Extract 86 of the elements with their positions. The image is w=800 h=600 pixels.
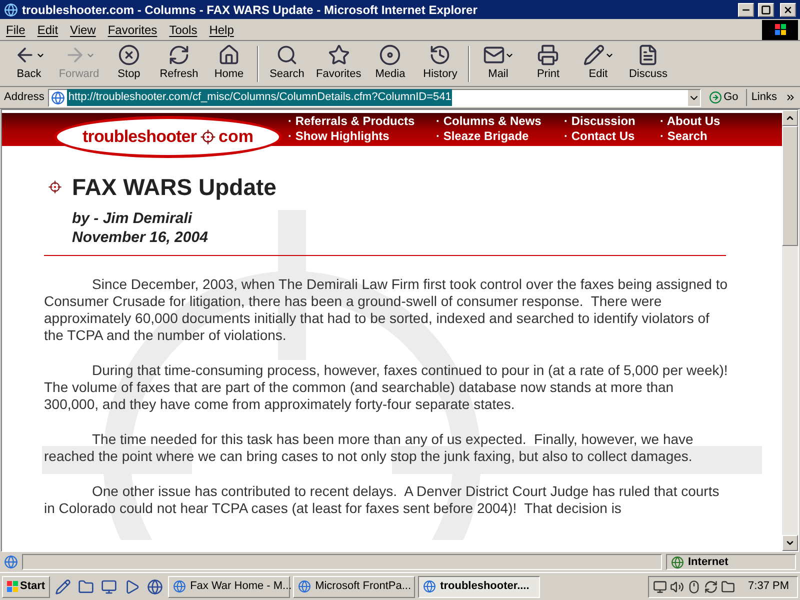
refresh-icon bbox=[168, 44, 190, 66]
monitor-icon[interactable] bbox=[101, 578, 118, 594]
scroll-up-icon bbox=[785, 113, 795, 123]
article-paragraph: One other issue has contributed to recent delays. A Denver District Court Judge has ruled that courts in Colorado could not hear TCPA cases (at least for faxes sent before 2004)! That decision is bbox=[44, 482, 720, 516]
toolbar-button[interactable]: Back bbox=[4, 44, 54, 83]
toolbar-button[interactable]: Mail bbox=[473, 44, 524, 83]
history-icon bbox=[429, 44, 452, 66]
start-button[interactable]: Start bbox=[2, 576, 50, 598]
nav-link[interactable]: · Show Highlights bbox=[288, 129, 436, 144]
article-paragraph: The time needed for this task has been more than any of us expected. Finally, however, we have reached the point where we can bring cases to not only stop the junk faxing, but also to collect damages. bbox=[44, 430, 694, 464]
maximize-icon bbox=[761, 4, 771, 14]
monitor-icon[interactable] bbox=[653, 580, 668, 594]
printer-icon bbox=[537, 44, 560, 66]
pencil-icon bbox=[582, 44, 605, 66]
menu-item[interactable]: View bbox=[64, 20, 102, 38]
window-title: troubleshooter.com - Columns - FAX WARS Update - Microsoft Internet Explorer bbox=[22, 2, 478, 18]
play-icon[interactable] bbox=[124, 578, 140, 594]
speaker-icon[interactable] bbox=[670, 580, 684, 594]
windows-logo-icon bbox=[762, 20, 798, 40]
toolbar-button[interactable]: Print bbox=[523, 44, 574, 83]
toolbar-button[interactable]: Search bbox=[262, 44, 312, 83]
folder-icon[interactable] bbox=[721, 580, 736, 594]
menu-item[interactable]: Tools bbox=[163, 20, 204, 38]
taskbar-button[interactable]: troubleshooter.... bbox=[418, 576, 540, 598]
links-button[interactable]: Links bbox=[746, 89, 781, 106]
toolbar-button[interactable]: Discuss bbox=[623, 44, 674, 83]
minimize-button[interactable] bbox=[738, 2, 754, 16]
nav-link[interactable]: · Contact Us bbox=[564, 129, 660, 144]
zone-label: Internet bbox=[688, 554, 728, 570]
address-field[interactable]: http://troubleshooter.com/cf_misc/Columns/ColumnDetails.cfm?ColumnID=541 bbox=[48, 88, 701, 106]
globe-icon[interactable] bbox=[147, 578, 164, 594]
refresh-icon[interactable] bbox=[704, 580, 718, 594]
mail-icon bbox=[482, 44, 505, 66]
menu-item[interactable]: Edit bbox=[31, 20, 64, 38]
page-icon bbox=[4, 555, 18, 569]
star-icon bbox=[328, 44, 350, 66]
toolbar-button[interactable]: Edit bbox=[573, 44, 624, 83]
chevron-icon bbox=[785, 92, 796, 103]
menu-item[interactable]: File bbox=[0, 20, 32, 38]
close-button[interactable] bbox=[780, 2, 796, 16]
nav-link[interactable]: · Discussion bbox=[564, 114, 660, 129]
mouse-icon[interactable] bbox=[687, 580, 702, 594]
crosshair-icon bbox=[200, 129, 216, 145]
app-icon bbox=[298, 580, 312, 593]
site-logo: troubleshooter com bbox=[54, 116, 282, 158]
toolbar-button[interactable]: Home bbox=[204, 44, 254, 83]
nav-link[interactable]: · Sleaze Brigade bbox=[436, 129, 564, 144]
search-icon bbox=[276, 44, 298, 66]
maximize-button[interactable] bbox=[758, 2, 774, 16]
toolbar-button[interactable]: History bbox=[415, 44, 466, 83]
app-icon bbox=[173, 580, 186, 593]
browser-icon bbox=[4, 2, 18, 16]
home-icon bbox=[218, 44, 240, 66]
windows-logo-icon bbox=[7, 581, 18, 592]
taskbar-button[interactable]: Microsoft FrontPa... bbox=[293, 576, 416, 598]
nav-link[interactable]: · Columns & News bbox=[436, 114, 564, 129]
scroll-down-icon bbox=[785, 538, 795, 548]
nav-link[interactable]: · Referrals & Products bbox=[288, 114, 436, 129]
toolbar-button[interactable]: Favorites bbox=[312, 44, 366, 83]
crosshair-icon bbox=[48, 180, 62, 194]
app-icon bbox=[423, 580, 436, 593]
toolbar-button[interactable]: Stop bbox=[104, 44, 154, 83]
article-byline: by - Jim Demirali bbox=[72, 208, 194, 228]
dropdown-caret-icon[interactable] bbox=[688, 90, 700, 106]
article-paragraph: Since December, 2003, when The Demirali Law Firm first took control over the faxes being assigned to Consumer Crusade for litigation, there has been a ground-swell of consumer response. There were approximately 60,000 documents initially that had to be sorted, indexed and searched to identify violators of the TCPA and the number of violations. bbox=[44, 276, 728, 344]
menu-item[interactable]: Favorites bbox=[102, 20, 164, 38]
folder-icon[interactable] bbox=[78, 578, 94, 594]
article-title: FAX WARS Update bbox=[72, 173, 276, 202]
address-label: Address bbox=[4, 90, 44, 106]
vertical-scrollbar[interactable] bbox=[782, 110, 798, 551]
page-icon bbox=[51, 90, 66, 104]
article-date: November 16, 2004 bbox=[72, 228, 209, 246]
globe-icon bbox=[671, 556, 684, 568]
clock: 7:37 PM bbox=[748, 579, 789, 594]
stop-icon bbox=[118, 44, 140, 66]
taskbar-button[interactable]: Fax War Home - M... bbox=[168, 576, 290, 598]
nav-link[interactable]: · About Us bbox=[660, 114, 740, 129]
toolbar-button[interactable]: Media bbox=[365, 44, 416, 83]
close-icon bbox=[783, 4, 793, 14]
pencil-icon[interactable] bbox=[55, 578, 72, 594]
menu-item[interactable]: Help bbox=[203, 20, 240, 38]
nav-link[interactable]: · Search bbox=[660, 129, 740, 144]
article-paragraph: During that time-consuming process, however, faxes continued to pour in (at a rate of 5,000 per week)! The volume of faxes that are part of the common (and searchable) database now stands at more than 300,000, and they have come from approximately forty-four separate states. bbox=[44, 362, 729, 412]
disc-icon bbox=[379, 44, 402, 66]
go-button[interactable]: Go bbox=[704, 89, 742, 106]
toolbar-button[interactable]: Refresh bbox=[154, 44, 204, 83]
